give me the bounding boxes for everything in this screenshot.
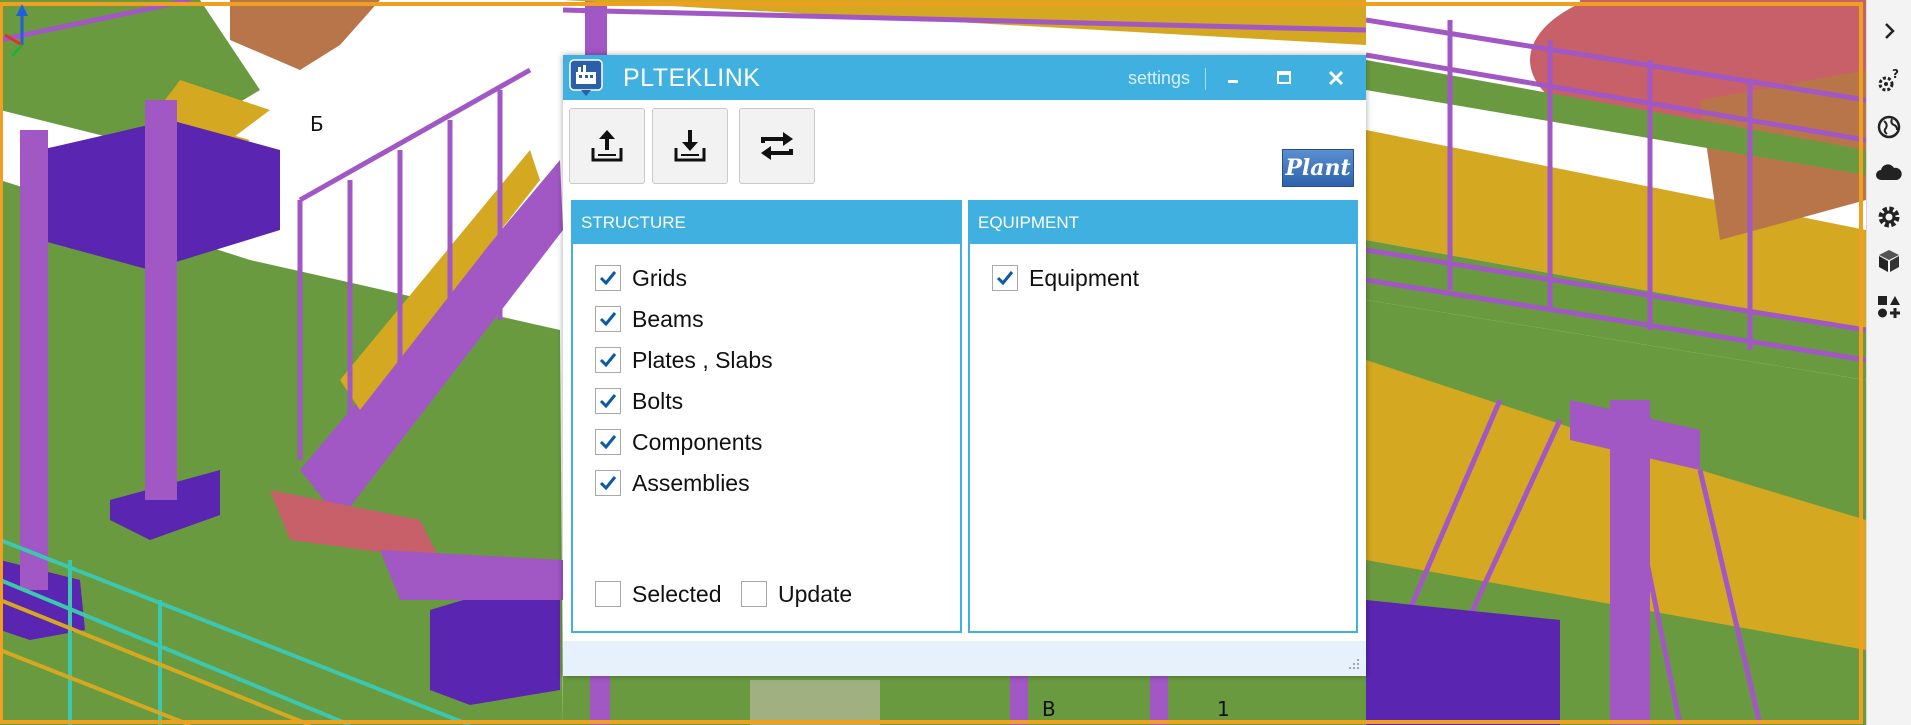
update-checkbox[interactable]: Update <box>741 579 852 609</box>
grids-checkbox[interactable]: Grids <box>595 263 687 293</box>
globe-icon[interactable] <box>1867 106 1911 148</box>
equipment-checkbox[interactable]: Equipment <box>992 263 1139 293</box>
checkbox-box[interactable] <box>741 581 767 607</box>
beams-checkbox[interactable]: Beams <box>595 304 704 334</box>
checkbox-label: Update <box>778 580 853 607</box>
checkbox-label: Bolts <box>632 387 684 414</box>
grid-label: 1 <box>1217 697 1230 721</box>
checkbox-box[interactable] <box>595 581 621 607</box>
components-checkbox[interactable]: Components <box>595 427 762 457</box>
plteklink-dialog: PLTEKLINK settings Plant STRUCTURE Grids… <box>563 55 1366 676</box>
checkmark-icon <box>599 271 617 286</box>
import-icon <box>674 130 706 162</box>
cloud-icon[interactable] <box>1867 152 1911 194</box>
side-toolbar: ? <box>1866 0 1911 725</box>
checkmark-icon <box>996 271 1014 286</box>
close-icon <box>1328 70 1344 86</box>
grid-label: B <box>1042 697 1056 721</box>
cube-icon[interactable] <box>1867 240 1911 282</box>
axis-gizmo-icon <box>4 4 28 58</box>
structure-header: STRUCTURE <box>573 202 960 244</box>
import-button[interactable] <box>652 108 728 184</box>
checkbox-box[interactable] <box>595 429 621 455</box>
checkbox-box[interactable] <box>595 306 621 332</box>
structure-panel: STRUCTURE Grids Beams Plates , Slabs Bol… <box>571 200 962 633</box>
chevron-right-icon[interactable] <box>1867 10 1911 52</box>
equipment-header: EQUIPMENT <box>970 202 1356 244</box>
minimize-button[interactable] <box>1216 63 1250 93</box>
resize-grip-icon[interactable] <box>1346 656 1360 670</box>
equipment-panel: EQUIPMENT Equipment <box>968 200 1358 633</box>
close-button[interactable] <box>1319 63 1353 93</box>
plates-slabs-checkbox[interactable]: Plates , Slabs <box>595 345 773 375</box>
checkmark-icon <box>599 312 617 327</box>
export-icon <box>591 130 623 162</box>
help-settings-icon[interactable]: ? <box>1867 60 1911 102</box>
checkmark-icon <box>599 476 617 491</box>
svg-text:?: ? <box>1892 67 1899 81</box>
checkbox-box[interactable] <box>595 347 621 373</box>
plant-logo: Plant <box>1282 149 1354 187</box>
titlebar-separator <box>1205 68 1206 90</box>
checkmark-icon <box>599 353 617 368</box>
minimize-icon <box>1228 80 1238 83</box>
checkbox-box[interactable] <box>595 470 621 496</box>
checkbox-box[interactable] <box>595 265 621 291</box>
shapes-icon[interactable] <box>1867 286 1911 328</box>
checkbox-label: Components <box>632 428 763 455</box>
checkbox-label: Equipment <box>1029 264 1139 291</box>
selected-checkbox[interactable]: Selected <box>595 579 722 609</box>
checkmark-icon <box>599 435 617 450</box>
gear-icon[interactable] <box>1867 196 1911 238</box>
grid-label: Б <box>310 112 324 136</box>
checkbox-label: Plates , Slabs <box>632 346 773 373</box>
assemblies-checkbox[interactable]: Assemblies <box>595 468 750 498</box>
checkbox-box[interactable] <box>595 388 621 414</box>
dialog-status-strip <box>563 641 1366 676</box>
dialog-title: PLTEKLINK <box>623 64 761 92</box>
sync-icon <box>761 132 793 160</box>
checkbox-label: Beams <box>632 305 704 332</box>
export-button[interactable] <box>569 108 645 184</box>
checkbox-label: Assemblies <box>632 469 750 496</box>
maximize-icon <box>1277 71 1291 84</box>
maximize-button[interactable] <box>1267 63 1301 93</box>
checkmark-icon <box>599 394 617 409</box>
dialog-titlebar[interactable]: PLTEKLINK settings <box>563 55 1366 100</box>
checkbox-box[interactable] <box>992 265 1018 291</box>
settings-link[interactable]: settings <box>1128 68 1190 89</box>
bolts-checkbox[interactable]: Bolts <box>595 386 683 416</box>
checkbox-label: Selected <box>632 580 722 607</box>
checkbox-label: Grids <box>632 264 687 291</box>
sync-button[interactable] <box>739 108 815 184</box>
plteklink-app-icon <box>569 59 603 96</box>
